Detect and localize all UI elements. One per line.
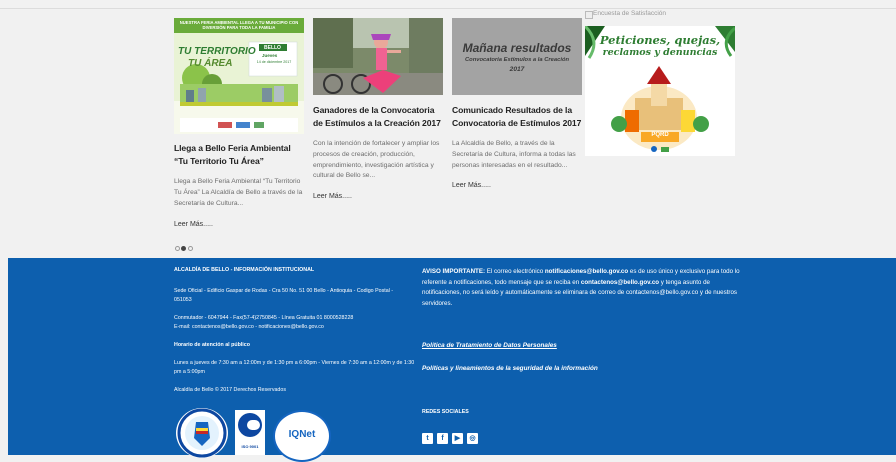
news-summary-2: Con la intención de fortalecer y ampliar… — [313, 140, 440, 180]
notice-email-1[interactable]: notificaciones@bello.gov.co — [545, 268, 628, 275]
feria-day: Jueves — [262, 53, 278, 58]
footer-hours-title: Horario de atención al público — [174, 342, 250, 348]
notice-email-2[interactable]: contactenos@bello.gov.co — [581, 279, 659, 286]
carousel-dot-3[interactable] — [188, 246, 193, 251]
resultados-line-1: Mañana resultados — [462, 41, 572, 55]
news-summary-3: La Alcaldía de Bello, a través de la Sec… — [452, 140, 576, 169]
feria-place: BELLO — [264, 45, 281, 51]
news-image-feria[interactable]: NUESTRA FERIA AMBIENTAL LLEGA A TU MUNIC… — [174, 18, 304, 134]
pqrd-line-2: reclamos y denuncias — [602, 47, 718, 58]
feria-date: 14 de diciembre 2017 — [256, 60, 292, 64]
broken-image-icon — [585, 11, 593, 19]
footer-hours: Lunes a jueves de 7:30 am a 12:00m y de … — [174, 360, 415, 376]
colombia-seal — [176, 408, 228, 458]
read-more-link-2[interactable]: Leer Más..... — [313, 192, 352, 202]
security-policy-link[interactable]: Políticas y lineamientos de la seguridad… — [422, 365, 598, 372]
iso-logo-cutout — [247, 420, 260, 430]
feria-headline-1: TU TERRITORIO — [178, 46, 256, 57]
bello-logo — [640, 146, 680, 154]
resultados-line-2: Convocatoria Estímulos a la Creación — [464, 57, 570, 63]
pqrd-badge: PQRD — [651, 132, 669, 138]
carnival-photo — [313, 18, 443, 95]
notice-label: AVISO IMPORTANTE: — [422, 268, 486, 275]
footer-email: E-mail: contactenos@bello.gov.co - notif… — [174, 324, 324, 330]
top-divider — [0, 8, 896, 9]
feria-poster — [174, 18, 304, 134]
notice-text-1: El correo electrónico — [485, 268, 545, 275]
carousel-dot-2-active[interactable] — [181, 246, 186, 251]
news-summary-1: Llega a Bello Feria Ambiental “Tu Territ… — [174, 178, 303, 207]
important-notice: AVISO IMPORTANTE: El correo electrónico … — [422, 267, 744, 309]
footer-phone: Conmutador - 6047944 - Fax(57-4)2750845 … — [174, 315, 354, 321]
twitter-icon[interactable]: t — [422, 433, 433, 444]
facebook-icon[interactable]: f — [437, 433, 448, 444]
feria-headline-2: TU ÁREA — [188, 58, 233, 69]
privacy-policy-link[interactable]: Política de Tratamiento de Datos Persona… — [422, 342, 557, 349]
news-title-2[interactable]: Ganadores de la Convocatoria de Estímulo… — [313, 104, 443, 130]
news-image-ganadores[interactable] — [313, 18, 443, 95]
resultados-line-3: 2017 — [509, 66, 525, 73]
iso-certification-logo: ISO 9001 — [235, 410, 265, 455]
bello-logo-mark — [650, 146, 657, 152]
iqnet-logo: IQNet — [273, 410, 331, 462]
youtube-icon[interactable]: ▶ — [452, 433, 463, 444]
survey-image-alt: Encuesta de Satisfacción — [593, 10, 666, 17]
pqrd-poster: Peticiones, quejas, reclamos y denuncias… — [585, 26, 735, 156]
read-more-link-3[interactable]: Leer Más..... — [452, 181, 491, 191]
iso-label: ISO 9001 — [241, 444, 259, 449]
pqrd-line-1: Peticiones, quejas, — [599, 33, 721, 47]
footer-heading: ALCALDÍA DE BELLO - INFORMACIÓN INSTITUC… — [174, 267, 315, 273]
seal-artwork — [177, 408, 227, 458]
footer-copyright: Alcaldía de Bello © 2017 Derechos Reserv… — [174, 387, 286, 393]
social-title: REDES SOCIALES — [422, 409, 469, 415]
feria-banner-text: NUESTRA FERIA AMBIENTAL LLEGA A TU MUNIC… — [179, 20, 299, 31]
carousel-dot-1[interactable] — [175, 246, 180, 251]
iqnet-label: IQNet — [288, 429, 316, 440]
bello-logo-flag — [661, 146, 670, 152]
footer-address: Sede Oficial - Edificio Gaspar de Rodas … — [174, 288, 394, 304]
read-more-link-1[interactable]: Leer Más..... — [174, 220, 213, 230]
news-title-3[interactable]: Comunicado Resultados de la Convocatoria… — [452, 104, 582, 130]
news-image-resultados[interactable]: Mañana resultados Convocatoria Estímulos… — [452, 18, 582, 95]
instagram-icon[interactable]: ◎ — [467, 433, 478, 444]
survey-banner[interactable]: Encuesta de Satisfacción Peticiones, que… — [585, 10, 735, 156]
news-title-1[interactable]: Llega a Bello Feria Ambiental “Tu Territ… — [174, 142, 304, 168]
